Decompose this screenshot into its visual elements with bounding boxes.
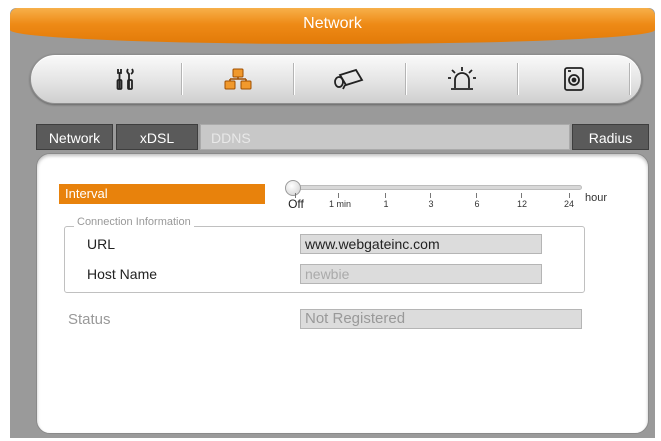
camera-icon: [334, 68, 364, 90]
alarm-icon: [448, 67, 476, 90]
toolbar-separator: [629, 63, 631, 95]
tab-xdsl[interactable]: xDSL: [116, 124, 198, 150]
slider-tick: [338, 193, 339, 198]
network-icon: [224, 68, 252, 90]
status-label: Status: [68, 311, 111, 328]
slider-tick-label: 24: [563, 199, 575, 209]
tools-icon: [116, 68, 134, 90]
interval-label: Interval: [59, 184, 265, 204]
interval-slider-track[interactable]: [286, 185, 582, 190]
slider-tick: [521, 193, 522, 198]
disk-icon: [564, 67, 584, 91]
toolbar-button-event[interactable]: [407, 55, 517, 103]
tab-ddns-label: DDNS: [211, 130, 251, 146]
slider-tick-label: 1 min: [328, 199, 352, 209]
slider-tick-label: 6: [474, 199, 480, 209]
slider-tick-label: 12: [516, 199, 528, 209]
slider-tick: [430, 193, 431, 198]
toolbar-button-storage[interactable]: [519, 55, 629, 103]
toolbar-button-system[interactable]: [71, 55, 181, 103]
host-name-label: Host Name: [87, 266, 158, 282]
interval-label-text: Interval: [65, 186, 108, 201]
toolbar-button-network[interactable]: [183, 55, 293, 103]
tab-radius-label: Radius: [588, 130, 633, 146]
url-field[interactable]: www.webgateinc.com: [300, 234, 542, 254]
slider-tick: [476, 193, 477, 198]
url-field-value: www.webgateinc.com: [305, 236, 440, 252]
interval-unit-label: hour: [585, 192, 608, 204]
slider-tick-label: 3: [428, 199, 434, 209]
tab-ddns[interactable]: DDNS: [200, 124, 570, 150]
slider-tick: [569, 193, 570, 198]
interval-slider-handle[interactable]: [285, 180, 301, 196]
status-field-value: Not Registered: [305, 310, 406, 327]
connection-information-legend: Connection Information: [74, 216, 194, 228]
status-field: Not Registered: [300, 309, 582, 329]
category-toolbar: [30, 54, 642, 104]
title-bar: Network: [10, 8, 655, 44]
toolbar-button-camera[interactable]: [295, 55, 405, 103]
slider-tick: [385, 193, 386, 198]
host-name-field-value: newbie: [305, 266, 350, 282]
tab-radius[interactable]: Radius: [572, 124, 649, 150]
tab-network-label: Network: [48, 130, 101, 146]
tab-network[interactable]: Network: [36, 124, 113, 150]
host-name-field[interactable]: newbie: [300, 264, 542, 284]
tab-bar: Network xDSL DDNS Radius: [36, 124, 649, 152]
tab-xdsl-label: xDSL: [139, 130, 175, 146]
url-label: URL: [87, 236, 116, 252]
slider-tick-label: 1: [383, 199, 389, 209]
window-title: Network: [303, 15, 362, 32]
slider-tick-label: Off: [288, 197, 304, 211]
